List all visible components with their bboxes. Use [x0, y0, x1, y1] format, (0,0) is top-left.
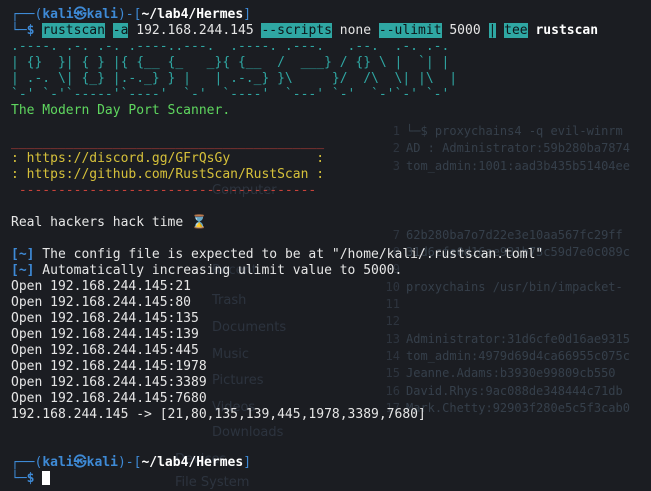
link-discord: : https://discord.gg/GFrQsGy : — [11, 151, 325, 166]
prompt-line: ┌──(kali㉿kali)-[~/lab4/Hermes] — [11, 455, 646, 471]
open-port-line: Open 192.168.244.145:1978 — [11, 359, 207, 374]
info-tag: [~] — [11, 247, 35, 262]
prompt-host: kali — [86, 7, 118, 22]
command-pipe: | — [488, 23, 497, 38]
info-line: [~] The config file is expected to be at… — [11, 247, 646, 263]
command-ulimit-value: 5000 — [449, 23, 481, 38]
open-port-line: Open 192.168.244.145:80 — [11, 295, 192, 310]
prompt-at: ㉿ — [73, 7, 87, 22]
info-tag: [~] — [11, 263, 35, 278]
prompt-host: kali — [86, 455, 118, 470]
terminal[interactable]: ┌──(kali㉿kali)-[~/lab4/Hermes] └─$ rusts… — [11, 7, 646, 487]
prompt-corner: ┌──( — [11, 455, 43, 470]
command-outfile: rustscan — [535, 23, 599, 38]
links-rule-bottom: -------------------------------------- — [11, 183, 317, 198]
open-port-line: Open 192.168.244.145:3389 — [11, 375, 207, 390]
prompt-bracket: )-[ — [117, 7, 142, 22]
open-port-line: Open 192.168.244.145:139 — [11, 327, 199, 342]
prompt-user: kali — [42, 7, 74, 22]
info-text: Automatically increasing ulimit value to… — [34, 263, 403, 278]
command-flag-ulimit: --ulimit — [378, 23, 442, 38]
prompt-arrow: └─ — [11, 471, 27, 486]
command-scripts-value: none — [339, 23, 372, 38]
command-line: └─$ rustscan -a 192.168.244.145 --script… — [11, 23, 646, 39]
open-port-line: Open 192.168.244.145:135 — [11, 311, 199, 326]
banner-line: .----. .-. .-. .----..---. .----. .---. … — [11, 39, 450, 54]
command-tee: tee — [504, 23, 528, 38]
prompt-bracket: )-[ — [117, 455, 142, 470]
text-cursor[interactable] — [42, 471, 51, 485]
prompt-bracket-end: ] — [243, 455, 252, 470]
tagline: The Modern Day Port Scanner. — [11, 103, 231, 118]
open-port-line: Open 192.168.244.145:7680 — [11, 391, 207, 406]
prompt-corner: ┌──( — [11, 7, 43, 22]
hack-time-line: Real hackers hack time ⌛ — [11, 215, 208, 230]
open-port-line: Open 192.168.244.145:21 — [11, 279, 192, 294]
banner-line: | .-. \| {_} |.-._} } | | .-._} }\ }/ /\… — [11, 71, 458, 86]
links-rule-top: ________________________________________ — [11, 135, 325, 150]
command-flag-scripts: --scripts — [261, 23, 332, 38]
command-program: rustscan — [42, 23, 105, 38]
prompt-dollar: $ — [26, 23, 35, 38]
prompt-user: kali — [42, 455, 74, 470]
prompt-path: ~/lab4/Hermes — [141, 7, 244, 22]
info-line: [~] Automatically increasing ulimit valu… — [11, 263, 646, 279]
prompt-bracket-end: ] — [243, 7, 252, 22]
summary-line: 192.168.244.145 -> [21,80,135,139,445,19… — [11, 407, 426, 422]
info-text: The config file is expected to be at "/h… — [34, 247, 544, 262]
link-github: : https://github.com/RustScan/RustScan : — [11, 167, 325, 182]
command-flag-a: -a — [112, 23, 129, 38]
banner-line: `-' `-'`-----'`----' `-' `----' `---' `-… — [11, 87, 450, 102]
prompt-arrow: └─ — [11, 23, 27, 38]
prompt-path: ~/lab4/Hermes — [141, 455, 244, 470]
prompt-line: ┌──(kali㉿kali)-[~/lab4/Hermes] — [11, 7, 646, 23]
open-port-line: Open 192.168.244.145:445 — [11, 343, 199, 358]
banner-line: | {} }| { } |{ {__ {_ _}{ {__ / ___} / {… — [11, 55, 450, 70]
prompt-at: ㉿ — [73, 455, 87, 470]
command-ip: 192.168.244.145 — [136, 23, 254, 38]
prompt-dollar: $ — [26, 471, 35, 486]
